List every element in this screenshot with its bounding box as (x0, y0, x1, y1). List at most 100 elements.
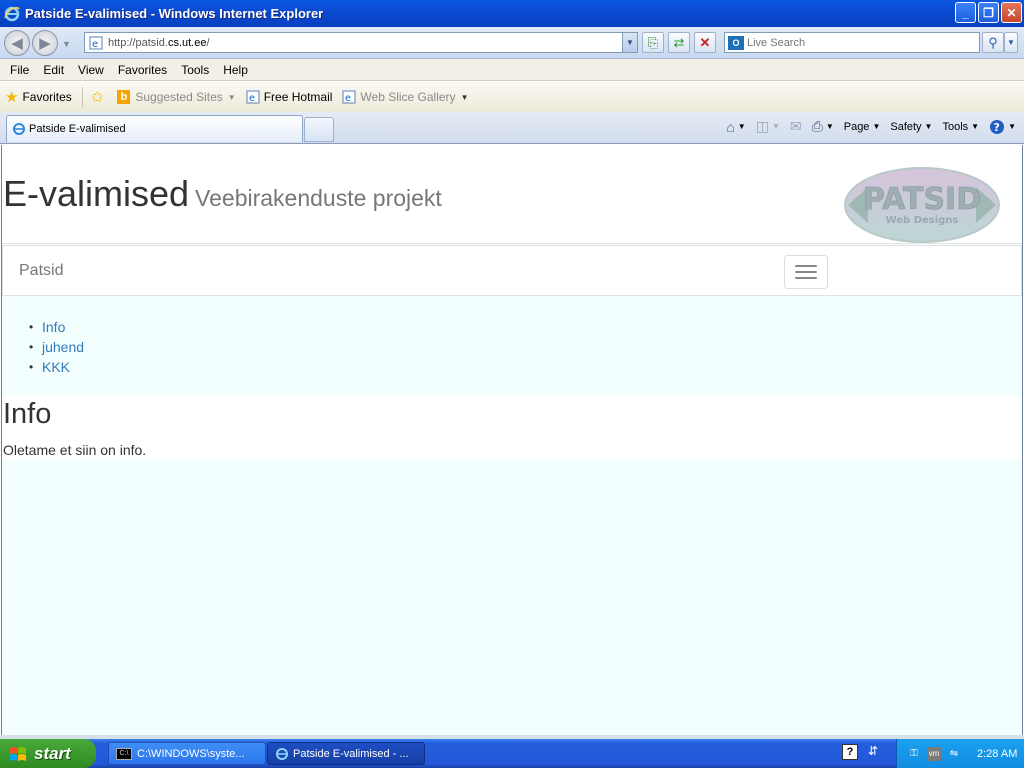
menu-favorites[interactable]: Favorites (111, 63, 174, 77)
maximize-button[interactable]: ❐ (978, 2, 999, 23)
suggested-sites-link[interactable]: b Suggested Sites ▼ (117, 90, 236, 104)
magnifier-icon: ⚲ (988, 34, 998, 50)
svg-text:PATSID: PATSID (863, 182, 981, 217)
window-title: Patside E-valimised - Windows Internet E… (25, 6, 324, 21)
navbar-brand[interactable]: Patsid (19, 262, 63, 280)
page-subtitle: Veebirakenduste projekt (195, 185, 442, 211)
menu-view[interactable]: View (71, 63, 111, 77)
back-arrow-icon: ◀ (11, 35, 23, 52)
safely-remove-hardware-icon[interactable]: ⇋ (947, 747, 961, 761)
stop-icon: ✕ (699, 34, 711, 50)
print-button[interactable]: ⎙ ▼ (812, 118, 834, 135)
add-to-favorites-button[interactable]: ✩ (91, 88, 108, 106)
patsid-logo: PATSID Web Designs (844, 167, 1000, 243)
url-text: http://patsid.cs.ut.ee/ (108, 36, 210, 49)
clock: 2:28 AM (977, 747, 1018, 760)
restore-language-bar-icon[interactable]: ⇵ (868, 744, 878, 760)
start-button[interactable]: start (0, 739, 96, 768)
tab-label: Patside E-valimised (29, 123, 126, 135)
free-hotmail-link[interactable]: e Free Hotmail (246, 90, 333, 104)
page-menu-button[interactable]: Page ▼ (844, 121, 881, 133)
svg-text:Web Designs: Web Designs (886, 215, 959, 226)
stop-button[interactable]: ✕ (694, 32, 716, 53)
compatibility-view-button[interactable]: ⎘ (642, 32, 664, 53)
page-viewport: E-valimised Veebirakenduste projekt PATSI… (1, 145, 1023, 735)
list-item: KKK (2, 357, 1022, 377)
forward-arrow-icon: ▶ (39, 35, 51, 52)
search-button[interactable]: ⚲ (982, 32, 1004, 53)
menu-toggle-button[interactable] (784, 255, 828, 289)
address-field[interactable]: e http://patsid.cs.ut.ee/ ▼ (84, 32, 638, 53)
site-navbar: Patsid (2, 245, 1022, 296)
search-field[interactable]: O (724, 32, 980, 53)
chevron-down-icon: ▼ (460, 92, 469, 102)
window-title-bar[interactable]: Patside E-valimised - Windows Internet E… (0, 0, 1024, 27)
tools-menu-button[interactable]: Tools ▼ (942, 121, 979, 133)
minimize-button[interactable]: _ (955, 2, 976, 23)
network-icon[interactable]: ⚿ (907, 747, 921, 761)
svg-text:e: e (92, 39, 98, 50)
internet-explorer-icon (4, 6, 20, 21)
free-hotmail-label: Free Hotmail (263, 90, 333, 104)
taskbar-item-ie[interactable]: Patside E-valimised - ... (267, 742, 425, 765)
svg-text:e: e (345, 93, 351, 104)
chevron-down-icon: ▼ (737, 122, 746, 131)
chevron-down-icon: ▼ (1007, 38, 1015, 47)
menu-bar: File Edit View Favorites Tools Help (0, 59, 1024, 81)
language-bar: ? ⇵ (842, 744, 878, 760)
help-button[interactable]: ? ▼ (989, 119, 1016, 135)
web-slice-gallery-link[interactable]: e Web Slice Gallery ▼ (342, 90, 468, 104)
separator (81, 87, 83, 107)
page-title: E-valimised Veebirakenduste projekt (3, 173, 442, 214)
help-icon: ? (990, 119, 1005, 134)
taskbar-item-cmd[interactable]: C:\ C:\WINDOWS\syste... (108, 742, 266, 765)
tab-patside-e-valimised[interactable]: Patside E-valimised (6, 115, 303, 142)
history-dropdown-icon[interactable]: ▼ (62, 39, 71, 49)
hamburger-icon (795, 265, 817, 267)
feeds-button[interactable]: ◫ ▼ (756, 118, 780, 135)
internet-explorer-icon (276, 747, 288, 760)
refresh-button[interactable]: ⇄ (668, 32, 690, 53)
live-search-icon: O (728, 35, 744, 50)
close-button[interactable]: ✕ (1001, 2, 1022, 23)
address-dropdown-icon[interactable]: ▼ (622, 33, 637, 52)
section-heading: Info (3, 398, 52, 430)
add-favorite-star-icon: ✩ (90, 89, 104, 106)
section-body-text: Oletame et siin on info. (3, 442, 147, 458)
suggested-sites-label: Suggested Sites (135, 90, 223, 104)
search-input[interactable] (747, 36, 967, 49)
menu-help[interactable]: Help (216, 63, 255, 77)
rss-feed-icon: ◫ (755, 118, 769, 134)
help-icon[interactable]: ? (842, 744, 858, 760)
nav-link-juhend[interactable]: juhend (42, 339, 84, 355)
nav-link-kkk[interactable]: KKK (42, 359, 70, 375)
favorites-button[interactable]: ★ Favorites (5, 88, 72, 106)
chevron-down-icon: ▼ (971, 122, 980, 131)
system-tray: ⚿ vm ⇋ 2:28 AM (896, 739, 1024, 768)
menu-file[interactable]: File (3, 63, 36, 77)
home-button[interactable]: ⌂ ▼ (726, 119, 745, 135)
page-menu-label: Page (843, 120, 870, 133)
menu-tools[interactable]: Tools (174, 63, 216, 77)
favorites-bar: ★ Favorites ✩ b Suggested Sites ▼ e Free… (0, 82, 1024, 112)
ie-page-icon: e (342, 90, 356, 104)
menu-edit[interactable]: Edit (36, 63, 71, 77)
forward-button[interactable]: ▶ (32, 30, 58, 56)
new-tab-button[interactable] (304, 117, 334, 142)
home-icon: ⌂ (726, 118, 735, 135)
mail-icon: ✉ (789, 118, 802, 134)
ie-tab-icon (13, 123, 25, 135)
chevron-down-icon: ▼ (872, 122, 881, 131)
taskbar-item-label: Patside E-valimised - ... (293, 747, 409, 760)
vmware-icon[interactable]: vm (927, 746, 941, 761)
nav-link-info[interactable]: Info (42, 319, 65, 335)
back-button[interactable]: ◀ (4, 30, 30, 56)
svg-text:e: e (249, 93, 255, 104)
command-prompt-icon: C:\ (116, 747, 132, 760)
safety-menu-button[interactable]: Safety ▼ (890, 121, 932, 133)
svg-text:?: ? (994, 121, 1000, 134)
search-options-button[interactable]: ▼ (1004, 32, 1018, 53)
tab-bar: Patside E-valimised ⌂ ▼ ◫ ▼ ✉ ⎙ ▼ Page ▼… (0, 112, 1024, 144)
read-mail-button[interactable]: ✉ (790, 118, 802, 135)
content-section: Info Oletame et siin on info. (2, 396, 1022, 459)
